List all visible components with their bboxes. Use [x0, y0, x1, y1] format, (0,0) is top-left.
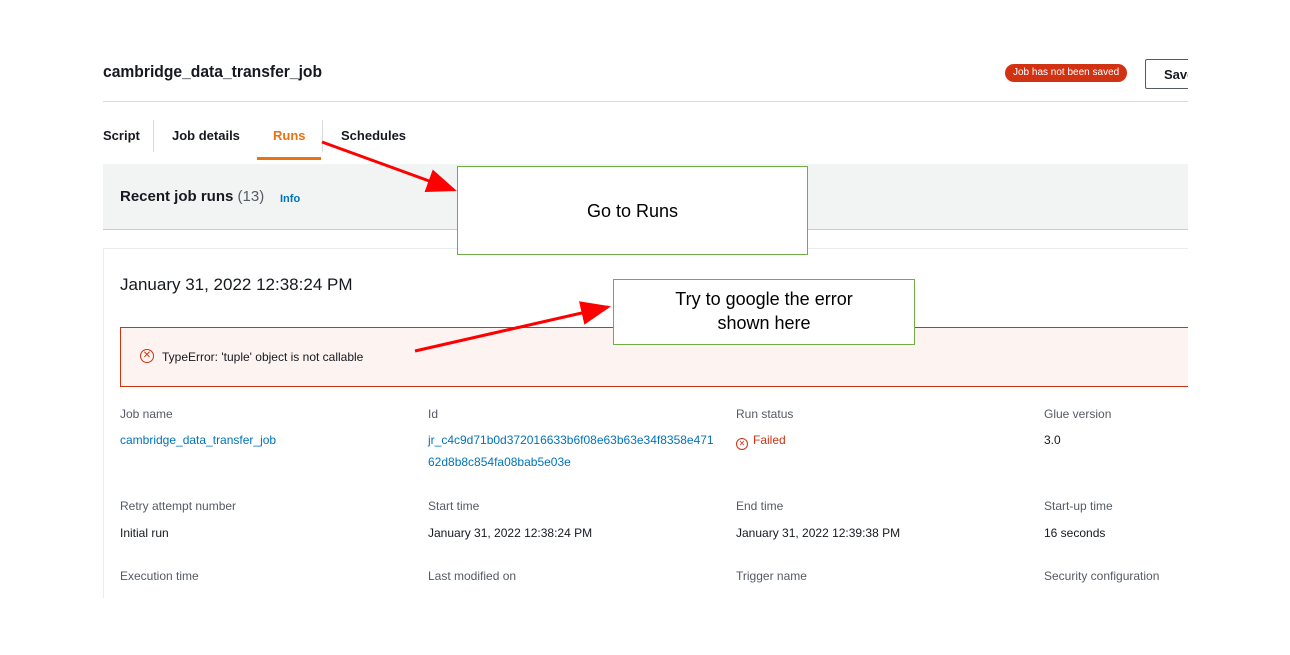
- retry-attempt-label: Retry attempt number: [120, 499, 237, 513]
- tab-runs[interactable]: Runs: [273, 128, 306, 143]
- retry-attempt-value: Initial run: [120, 526, 169, 540]
- job-title: cambridge_data_transfer_job: [103, 62, 323, 81]
- run-status-label: Run status: [736, 407, 794, 421]
- run-status-text: Failed: [753, 433, 786, 447]
- header-divider: [103, 101, 1188, 102]
- job-name-link[interactable]: cambridge_data_transfer_job: [120, 433, 276, 447]
- last-modified-label: Last modified on: [428, 569, 517, 583]
- screenshot-crop-edge: [1188, 0, 1290, 655]
- annotation-go-to-runs: Go to Runs: [457, 166, 808, 255]
- screenshot-bottom-margin: [0, 598, 1290, 655]
- end-time-label: End time: [736, 499, 784, 513]
- tab-divider: [153, 120, 154, 152]
- unsaved-status-badge: Job has not been saved: [1005, 64, 1128, 82]
- end-time-value: January 31, 2022 12:39:38 PM: [736, 526, 901, 540]
- info-link[interactable]: Info: [280, 193, 300, 205]
- run-date: January 31, 2022 12:38:24 PM: [120, 275, 353, 294]
- tab-job-details[interactable]: Job details: [172, 128, 240, 143]
- recent-runs-title: Recent job runs (13): [120, 188, 264, 205]
- job-name-label: Job name: [120, 407, 173, 421]
- tab-schedules[interactable]: Schedules: [341, 128, 406, 143]
- run-status-value: ✕ Failed: [736, 433, 786, 450]
- error-x-circle-icon: ✕: [140, 349, 154, 363]
- start-time-label: Start time: [428, 499, 480, 513]
- start-time-value: January 31, 2022 12:38:24 PM: [428, 526, 593, 540]
- security-config-label: Security configuration: [1044, 569, 1160, 583]
- failed-x-circle-icon: ✕: [736, 438, 748, 450]
- annotation-google-error: Try to google the error shown here: [613, 279, 915, 345]
- trigger-name-label: Trigger name: [736, 569, 807, 583]
- run-id-value[interactable]: jr_c4c9d71b0d372016633b6f08e63b63e34f835…: [428, 429, 720, 473]
- execution-time-label: Execution time: [120, 569, 199, 583]
- startup-time-label: Start-up time: [1044, 499, 1113, 513]
- glue-version-value: 3.0: [1044, 433, 1061, 447]
- recent-runs-count: (13): [237, 188, 265, 205]
- glue-version-label: Glue version: [1044, 407, 1112, 421]
- tab-divider: [322, 120, 323, 152]
- annotation-google-error-line2: shown here: [717, 313, 811, 333]
- annotation-google-error-line1: Try to google the error: [675, 289, 853, 309]
- tab-runs-active-indicator: [257, 157, 321, 160]
- tab-script[interactable]: Script: [103, 128, 140, 143]
- id-label: Id: [428, 407, 439, 421]
- recent-runs-title-text: Recent job runs: [120, 188, 234, 205]
- error-message: TypeError: 'tuple' object is not callabl…: [162, 350, 364, 364]
- startup-time-value: 16 seconds: [1044, 526, 1106, 540]
